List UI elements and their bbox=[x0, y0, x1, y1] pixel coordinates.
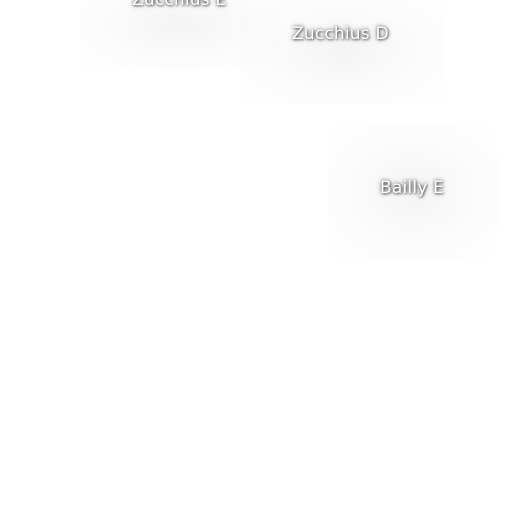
crater-label-bailly-e[interactable]: Bailly E bbox=[380, 178, 444, 198]
label-halo-zucchius-d bbox=[240, 0, 445, 105]
crater-label-zucchius-d[interactable]: Zucchius D bbox=[292, 24, 389, 44]
map-tile[interactable]: Zucchius E Zucchius D Bailly E bbox=[0, 0, 512, 512]
crater-label-zucchius-e[interactable]: Zucchius E bbox=[132, 0, 226, 10]
